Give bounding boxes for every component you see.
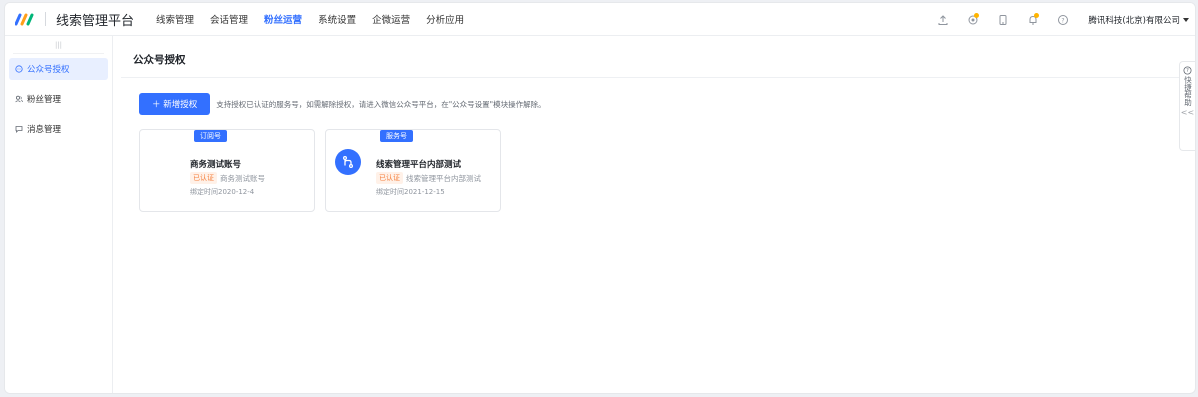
collapse-arrows-icon[interactable]: <<: [1181, 108, 1194, 117]
account-type-tag: 服务号: [380, 130, 413, 142]
sidebar-item-label: 粉丝管理: [27, 95, 62, 105]
verified-badge: 已认证: [190, 172, 217, 184]
company-switcher[interactable]: 腾讯科技(北京)有限公司: [1088, 14, 1189, 26]
page-title: 公众号授权: [121, 44, 1181, 75]
logo-icon: [15, 13, 34, 26]
nav-fan-operations[interactable]: 粉丝运营: [256, 12, 310, 26]
upload-icon: [938, 14, 948, 25]
content-panel: ＋ 新增授权 支持授权已认证的服务号，如需解除授权，请进入微信公众号平台，在"公…: [121, 77, 1181, 393]
top-navigation-bar: 线索管理平台 线索管理 会话管理 粉丝运营 系统设置 企微运营 分析应用 ? 腾…: [5, 3, 1195, 36]
workflow-icon: [342, 156, 354, 169]
account-card[interactable]: 服务号 线索管理平台内部测试 已认证 线索管理平台内部测试 绑定时间2021-1…: [325, 129, 501, 212]
account-name: 商务测试账号: [190, 160, 242, 170]
main-nav: 线索管理 会话管理 粉丝运营 系统设置 企微运营 分析应用: [148, 12, 472, 26]
sidebar-collapse-handle[interactable]: |||: [13, 36, 104, 54]
account-card[interactable]: 订阅号 商务测试账号 已认证 商务测试账号 绑定时间2020-12-4: [139, 129, 315, 212]
app-logo[interactable]: [15, 12, 35, 26]
nav-analytics[interactable]: 分析应用: [418, 12, 472, 26]
nav-wecom-operations[interactable]: 企微运营: [364, 12, 418, 26]
svg-text:?: ?: [1186, 68, 1189, 74]
chat-bubble-icon: [15, 65, 23, 73]
header-divider: [45, 12, 46, 26]
users-icon: [15, 95, 23, 103]
sidebar-list: 粉丝管理 消息管理: [5, 88, 112, 140]
sidebar-item-label: 公众号授权: [27, 65, 70, 75]
verification-row: 已认证 商务测试账号: [190, 172, 265, 184]
quick-help-panel[interactable]: ? 快捷帮助 <<: [1179, 61, 1195, 151]
help-circle-icon: ?: [1183, 66, 1192, 75]
header-tools: ? 腾讯科技(北京)有限公司: [928, 3, 1189, 36]
notifications-button[interactable]: [1018, 3, 1048, 36]
sidebar-item-label: 消息管理: [27, 125, 62, 135]
add-authorization-button[interactable]: ＋ 新增授权: [139, 93, 211, 115]
account-name: 线索管理平台内部测试: [376, 160, 462, 170]
account-type-tag: 订阅号: [194, 130, 227, 142]
verification-row: 已认证 线索管理平台内部测试: [376, 172, 481, 184]
bind-date: 绑定时间2021-12-15: [376, 188, 445, 196]
app-title: 线索管理平台: [56, 13, 135, 29]
quick-help-label: 快捷帮助: [1183, 76, 1193, 106]
badge-button[interactable]: [958, 3, 988, 36]
caret-down-icon: [1183, 17, 1189, 22]
sidebar-item-fans[interactable]: 粉丝管理: [9, 88, 108, 110]
sidebar: ||| 公众号授权 粉丝管理 消息管理: [5, 36, 113, 393]
svg-text:?: ?: [1062, 17, 1065, 24]
app-window: 线索管理平台 线索管理 会话管理 粉丝运营 系统设置 企微运营 分析应用 ? 腾…: [4, 2, 1196, 394]
bind-date: 绑定时间2020-12-4: [190, 188, 255, 196]
sidebar-item-account-auth[interactable]: 公众号授权: [9, 58, 108, 80]
nav-sessions[interactable]: 会话管理: [202, 12, 256, 26]
account-card-list: 订阅号 商务测试账号 已认证 商务测试账号 绑定时间2020-12-4 服务号: [139, 129, 501, 212]
tablet-icon: [999, 14, 1007, 25]
main-area: 公众号授权 ＋ 新增授权 支持授权已认证的服务号，如需解除授权，请进入微信公众号…: [121, 44, 1181, 393]
message-icon: [15, 126, 23, 133]
sidebar-item-messages[interactable]: 消息管理: [9, 118, 108, 140]
authorization-hint: 支持授权已认证的服务号，如需解除授权，请进入微信公众号平台，在"公众号设置"模块…: [216, 99, 546, 109]
verified-subject: 商务测试账号: [220, 173, 265, 183]
upload-button[interactable]: [928, 3, 958, 36]
verified-subject: 线索管理平台内部测试: [406, 173, 481, 183]
company-name: 腾讯科技(北京)有限公司: [1088, 15, 1180, 26]
help-button[interactable]: ?: [1048, 3, 1078, 36]
device-button[interactable]: [988, 3, 1018, 36]
verified-badge: 已认证: [376, 172, 403, 184]
nav-system-settings[interactable]: 系统设置: [310, 12, 364, 26]
account-avatar: [335, 149, 361, 175]
help-icon: ?: [1058, 14, 1069, 25]
action-row: ＋ 新增授权 支持授权已认证的服务号，如需解除授权，请进入微信公众号平台，在"公…: [139, 93, 546, 115]
nav-leads[interactable]: 线索管理: [148, 12, 202, 26]
